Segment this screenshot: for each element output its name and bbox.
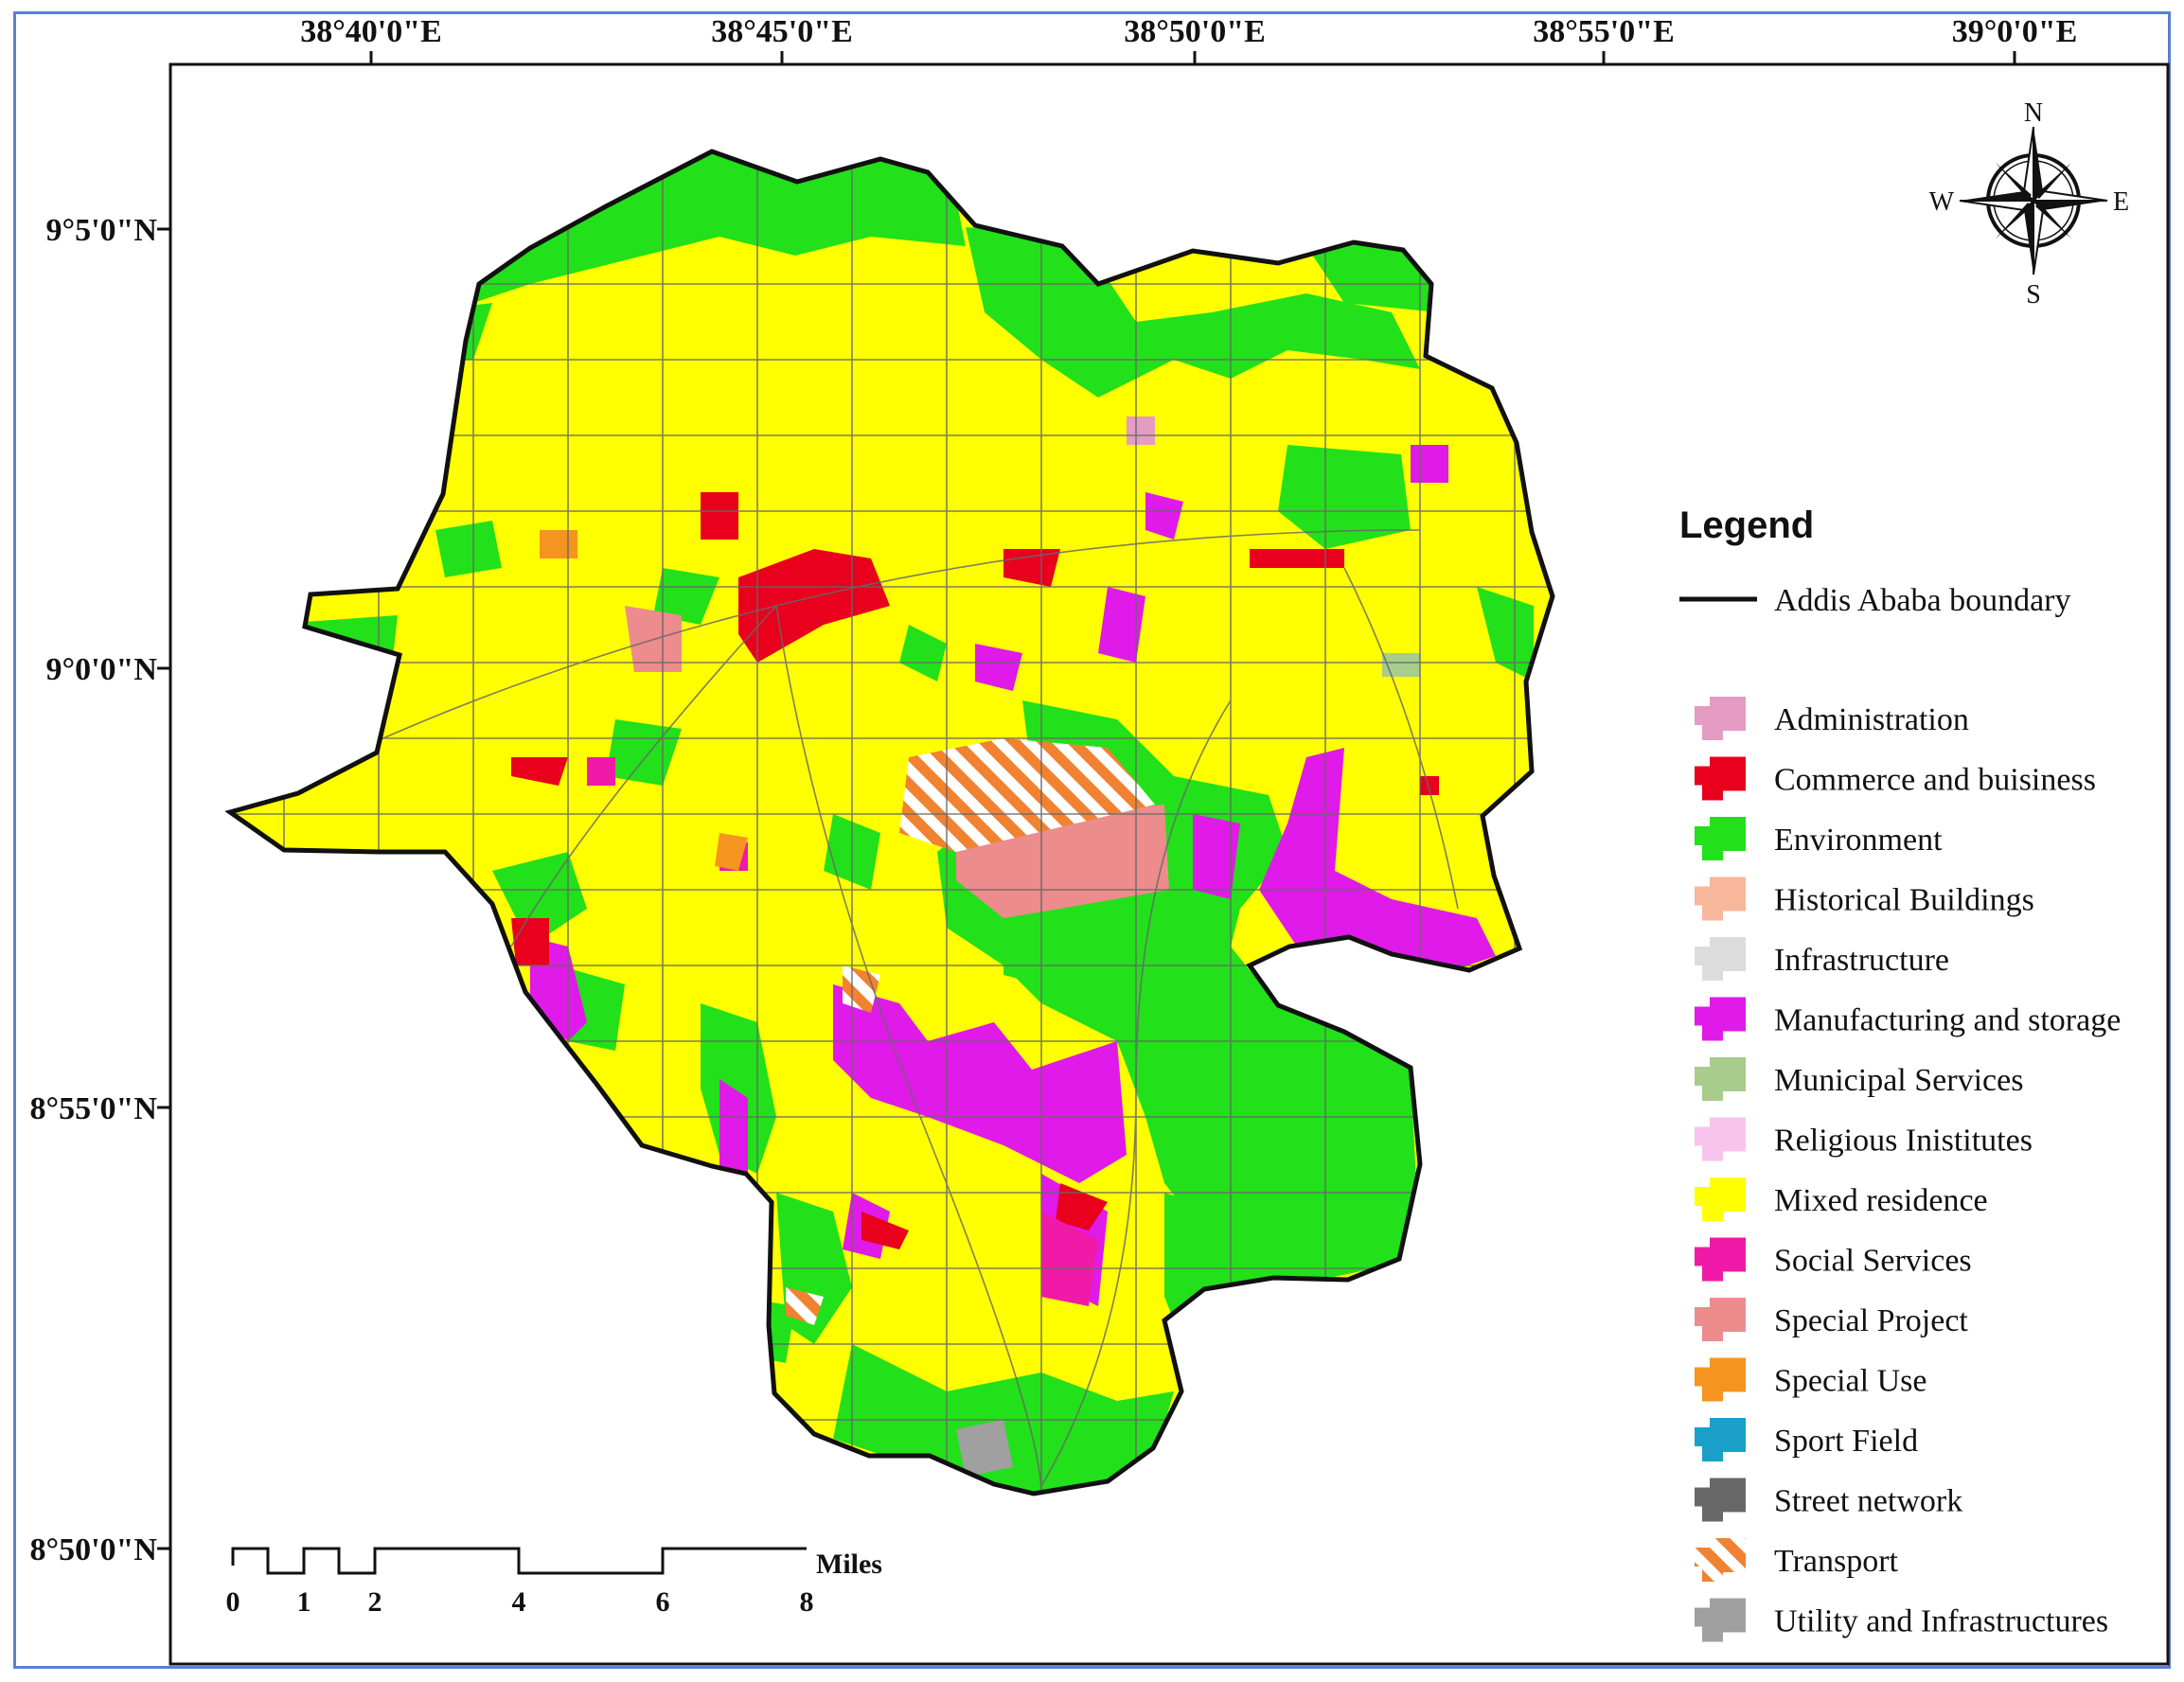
scale-tick-0: 0 [226,1586,240,1618]
scale-unit: Miles [816,1549,882,1580]
lon-label-1: 38°40'0"E [300,14,442,49]
lon-label-5: 39°0'0"E [1952,14,2078,49]
legend-boundary-label: Addis Ababa boundary [1774,583,2071,618]
scale-tick-1: 1 [297,1586,311,1618]
compass-s: S [2026,280,2041,310]
legend-title: Legend [1679,505,1814,546]
lat-label-1: 9°5'0"N [46,213,158,248]
land-use-map: 38°40'0"E 38°45'0"E 38°50'0"E 38°55'0"E … [30,14,2170,1666]
legend-label-5: Manufacturing and storage [1774,1003,2121,1038]
legend-label-11: Special Use [1774,1364,1927,1399]
legend-label-4: Infrastructure [1774,943,1949,978]
legend-label-9: Social Services [1774,1244,1972,1279]
lon-label-2: 38°45'0"E [711,14,853,49]
legend-label-6: Municipal Services [1774,1063,2023,1098]
scale-tick-2: 2 [368,1586,382,1618]
legend-label-7: Religious Inistitutes [1774,1124,2033,1159]
lat-label-4: 8°50'0"N [30,1532,158,1567]
legend-label-3: Historical Buildings [1774,883,2034,918]
legend-label-2: Environment [1774,823,1943,858]
legend-label-1: Commerce and buisiness [1774,763,2096,798]
legend-label-15: Utility and Infrastructures [1774,1604,2108,1639]
scale-tick-6: 6 [656,1586,670,1618]
legend-label-8: Mixed residence [1774,1183,1988,1218]
legend-label-12: Sport Field [1774,1424,1918,1459]
compass-w: W [1929,187,1955,217]
legend-label-13: Street network [1774,1484,1962,1519]
scale-tick-4: 4 [512,1586,526,1618]
lon-label-4: 38°55'0"E [1533,14,1675,49]
lon-label-3: 38°50'0"E [1124,14,1266,49]
compass-n: N [2024,98,2043,128]
compass-e: E [2113,187,2129,217]
legend-label-0: Administration [1774,702,1969,737]
lat-label-2: 9°0'0"N [46,652,158,687]
scale-tick-8: 8 [800,1586,814,1618]
legend-label-10: Special Project [1774,1303,1968,1338]
lat-label-3: 8°55'0"N [30,1091,158,1126]
legend-label-14: Transport [1774,1544,1899,1579]
latitude-labels: 9°5'0"N 9°0'0"N 8°55'0"N 8°50'0"N [30,213,170,1567]
longitude-labels: 38°40'0"E 38°45'0"E 38°50'0"E 38°55'0"E … [300,14,2077,64]
